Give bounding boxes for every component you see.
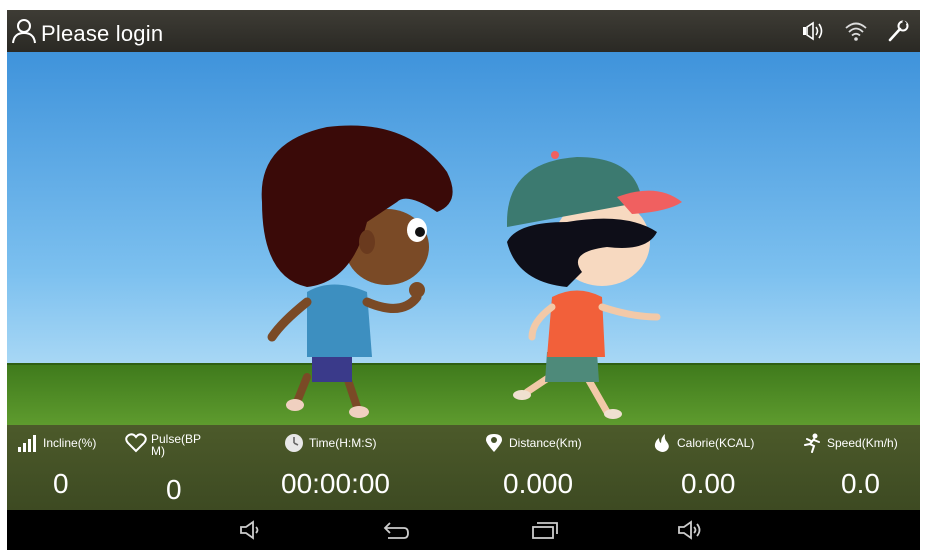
speed-metric: Speed(Km/h) 0.0: [797, 425, 920, 510]
heart-icon: [125, 433, 151, 455]
status-icons: [802, 20, 910, 47]
pulse-label-line2: M): [151, 444, 165, 458]
running-kids-illustration: [7, 52, 920, 425]
status-bar: Please login: [7, 10, 920, 52]
back-icon[interactable]: [374, 518, 414, 542]
incline-label: Incline(%): [43, 436, 97, 450]
treadmill-screen: Please login Incline(%) 0 Pulse(BP M) 0 …: [7, 10, 920, 550]
workout-video-scene: [7, 52, 920, 425]
pulse-metric: Pulse(BP M) 0: [125, 425, 255, 510]
metrics-panel: Incline(%) 0 Pulse(BP M) 0 Time(H:M:S) 0…: [7, 425, 920, 510]
incline-bars-icon: [17, 433, 43, 455]
login-button[interactable]: Please login: [11, 18, 163, 49]
volume-icon[interactable]: [802, 20, 826, 47]
incline-value: 0: [53, 468, 69, 499]
calorie-value: 0.00: [681, 468, 736, 499]
pulse-value: 0: [166, 474, 182, 505]
incline-metric: Incline(%) 0: [7, 425, 127, 510]
calorie-label: Calorie(KCAL): [677, 436, 755, 450]
volume-down-icon[interactable]: [231, 518, 271, 542]
distance-metric: Distance(Km) 0.000: [477, 425, 637, 510]
login-label: Please login: [41, 20, 164, 46]
user-icon: [11, 18, 37, 49]
location-pin-icon: [483, 433, 509, 455]
time-label: Time(H:M:S): [309, 436, 377, 450]
runner-icon: [801, 433, 827, 455]
distance-label: Distance(Km): [509, 436, 582, 450]
recent-apps-icon[interactable]: [524, 518, 564, 542]
speed-label: Speed(Km/h): [827, 436, 898, 450]
wifi-icon[interactable]: [844, 20, 868, 47]
navigation-bar: [7, 510, 920, 550]
clock-icon: [283, 433, 309, 455]
calorie-metric: Calorie(KCAL) 0.00: [647, 425, 787, 510]
volume-up-icon[interactable]: [671, 518, 711, 542]
time-metric: Time(H:M:S) 00:00:00: [275, 425, 445, 510]
time-value: 00:00:00: [281, 468, 390, 499]
flame-icon: [651, 433, 677, 455]
distance-value: 0.000: [503, 468, 574, 499]
speed-value: 0.0: [841, 468, 880, 499]
settings-wrench-icon[interactable]: [886, 20, 910, 47]
